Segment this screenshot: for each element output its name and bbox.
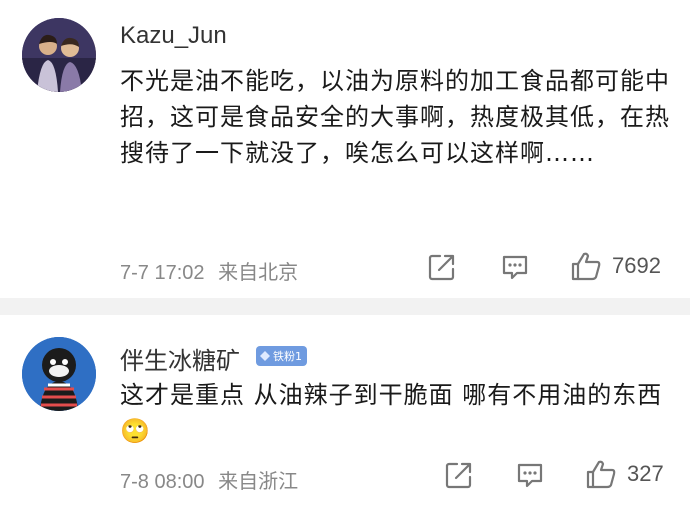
share-icon (428, 254, 455, 281)
like-count: 327 (627, 461, 664, 486)
reply-button[interactable] (500, 252, 530, 282)
comment-icon (502, 255, 528, 280)
avatar-image (22, 337, 96, 411)
share-icon (445, 462, 472, 489)
like-button[interactable]: 327 (585, 458, 664, 490)
comment-location: 来自浙江 (218, 471, 299, 493)
username[interactable]: 伴生冰糖矿 (120, 341, 240, 376)
like-count: 7692 (612, 253, 661, 278)
comment-text: 这才是重点 从油辣子到干脆面 哪有不用油的东西🙄 (120, 381, 663, 445)
diamond-icon (260, 351, 270, 361)
fan-badge-label: 铁粉1 (273, 350, 302, 363)
like-button[interactable]: 7692 (570, 250, 661, 282)
comment-meta: 7-8 08:00 来自浙江 (120, 465, 298, 494)
like-icon (571, 252, 601, 281)
comment-meta: 7-7 17:02 来自北京 (120, 256, 298, 285)
comment-time: 7-8 08:00 (120, 471, 205, 493)
comment-location: 来自北京 (218, 262, 299, 284)
avatar[interactable] (22, 18, 96, 92)
avatar[interactable] (22, 337, 96, 411)
share-button[interactable] (427, 252, 457, 282)
fan-badge: 铁粉1 (256, 346, 307, 366)
comment-icon (517, 463, 543, 488)
comment-time: 7-7 17:02 (120, 262, 205, 284)
comment-divider (0, 298, 690, 315)
comment-text: 不光是油不能吃，以油为原料的加工食品都可能中招，这可是食品安全的大事啊，热度极其… (120, 67, 670, 167)
comment-item-2: 伴生冰糖矿 铁粉1 这才是重点 从油辣子到干脆面 哪有不用油的东西🙄 7-8 0… (0, 315, 690, 510)
like-icon (586, 460, 616, 489)
share-button[interactable] (444, 460, 474, 490)
reply-button[interactable] (515, 460, 545, 490)
username[interactable]: Kazu_Jun (120, 22, 227, 50)
comment-item-1: Kazu_Jun 不光是油不能吃，以油为原料的加工食品都可能中招，这可是食品安全… (0, 0, 690, 298)
avatar-image (22, 18, 96, 92)
